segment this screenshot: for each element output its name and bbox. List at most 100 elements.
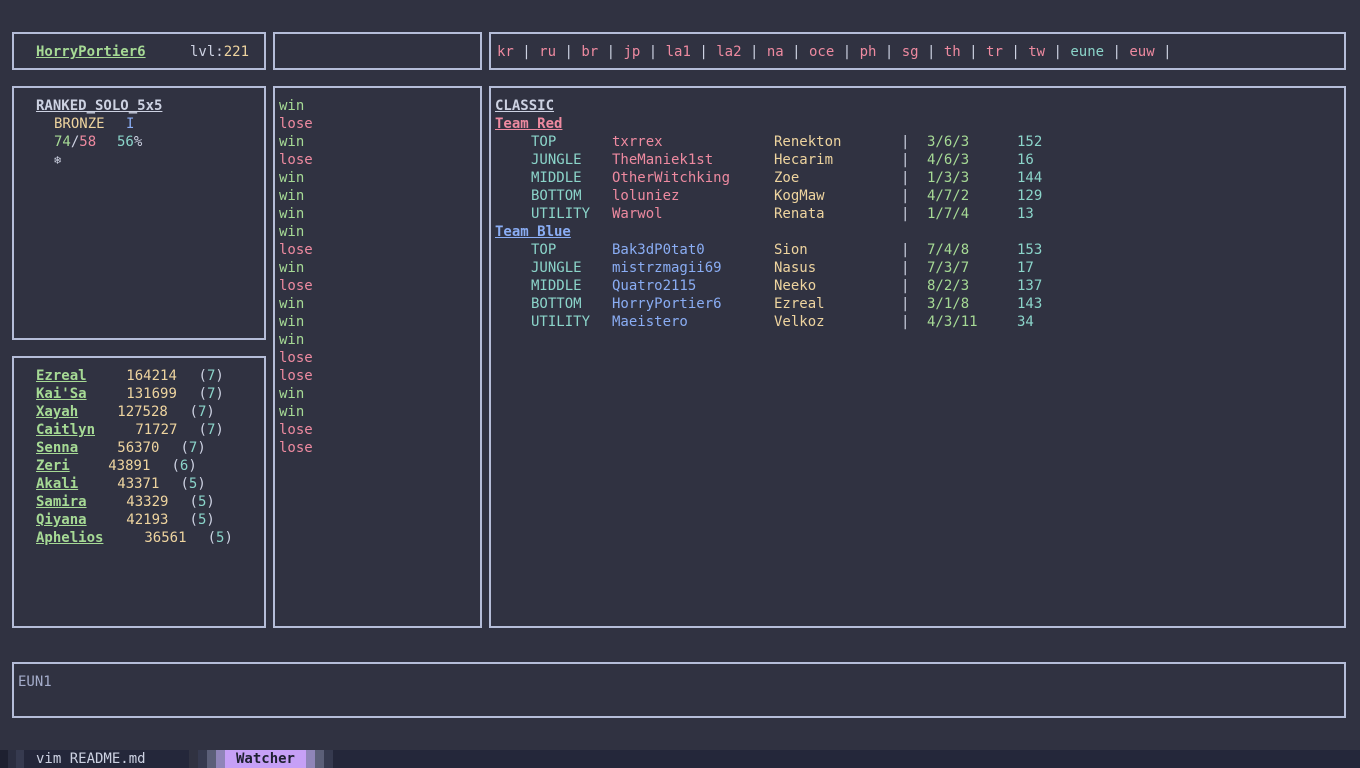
player-champion: KogMaw [774, 188, 825, 204]
match-history-item[interactable]: win [279, 403, 313, 421]
champion-mastery-points: 43371 [117, 476, 160, 492]
match-history-item[interactable]: win [279, 205, 313, 223]
region-tw[interactable]: tw [1028, 44, 1045, 60]
champion-mastery-points: 43891 [108, 458, 151, 474]
region-la1[interactable]: la1 [666, 44, 691, 60]
player-summoner-name[interactable]: TheManiek1st [612, 151, 713, 169]
column-separator: | [901, 206, 910, 222]
match-history-item[interactable]: win [279, 295, 313, 313]
player-cs: 152 [1017, 134, 1043, 150]
player-kda: 7/3/7 [927, 260, 970, 276]
column-separator: | [901, 296, 910, 312]
region-euw[interactable]: euw [1129, 44, 1154, 60]
match-history-item[interactable]: win [279, 331, 313, 349]
champion-name[interactable]: Caitlyn [36, 421, 95, 439]
champion-name[interactable]: Zeri [36, 457, 70, 475]
region-kr[interactable]: kr [497, 44, 514, 60]
column-separator: | [901, 134, 910, 150]
match-history-item[interactable]: lose [279, 151, 313, 169]
match-history-item[interactable]: lose [279, 349, 313, 367]
player-summoner-name[interactable]: Quatro2115 [612, 277, 696, 295]
command-panel[interactable]: EUN1 [12, 662, 1346, 718]
champion-name[interactable]: Senna [36, 439, 78, 457]
window-watcher-active[interactable]: Watcher [225, 750, 306, 768]
command-input[interactable]: EUN1 [18, 673, 52, 691]
champion-name[interactable]: Akali [36, 475, 78, 493]
champion-mastery-points: 36561 [144, 530, 187, 546]
player-kda: 3/1/8 [927, 296, 970, 312]
player-summoner-name[interactable]: OtherWitchking [612, 169, 730, 187]
match-history-item[interactable]: lose [279, 241, 313, 259]
match-history-item[interactable]: win [279, 133, 313, 151]
team-header-blue[interactable]: Team Blue [495, 223, 571, 241]
region-sg[interactable]: sg [902, 44, 919, 60]
team-header-red[interactable]: Team Red [495, 115, 562, 133]
match-history-item[interactable]: win [279, 259, 313, 277]
region-jp[interactable]: jp [623, 44, 640, 60]
player-role: JUNGLE [531, 152, 582, 168]
match-history-item[interactable]: win [279, 385, 313, 403]
empty-panel [273, 32, 482, 70]
player-summoner-name[interactable]: Maeistero [612, 313, 688, 331]
champion-name[interactable]: Kai'Sa [36, 385, 87, 403]
queue-type[interactable]: RANKED_SOLO_5x5 [36, 97, 162, 115]
region-eune[interactable]: eune [1070, 44, 1104, 60]
player-summoner-name[interactable]: HorryPortier6 [612, 295, 722, 313]
winrate-value: 56 [117, 134, 134, 150]
match-history-item[interactable]: lose [279, 439, 313, 457]
match-history-item[interactable]: win [279, 97, 313, 115]
match-history-item[interactable]: win [279, 313, 313, 331]
region-ph[interactable]: ph [860, 44, 877, 60]
player-cs: 16 [1017, 152, 1034, 168]
match-detail-panel: CLASSIC Team Red TOP txrrex Renekton | 3/6/3 1… [489, 86, 1346, 628]
region-na[interactable]: na [767, 44, 784, 60]
player-cs: 153 [1017, 242, 1043, 258]
player-champion: Neeko [774, 278, 817, 294]
player-role: BOTTOM [531, 296, 582, 312]
champion-mastery-level: (5) [180, 476, 206, 492]
champion-name[interactable]: Qiyana [36, 511, 87, 529]
player-summoner-name[interactable]: Bak3dP0tat0 [612, 241, 705, 259]
region-panel: kr | ru | br | jp | la1 | la2 | na | oce… [489, 32, 1346, 70]
region-br[interactable]: br [581, 44, 598, 60]
player-summoner-name[interactable]: Warwol [612, 205, 663, 223]
region-separator: | [513, 44, 540, 60]
summoner-name[interactable]: HorryPortier6 [36, 43, 146, 61]
champion-mastery-level: (5) [189, 512, 215, 528]
player-role: TOP [531, 242, 557, 258]
region-ru[interactable]: ru [539, 44, 556, 60]
champion-name[interactable]: Xayah [36, 403, 78, 421]
match-history-list: win lose win lose win win win win lose win lose win… [279, 97, 313, 457]
winrate: 56% [117, 133, 142, 151]
player-role: UTILITY [531, 206, 591, 222]
region-la2[interactable]: la2 [716, 44, 741, 60]
region-tr[interactable]: tr [986, 44, 1003, 60]
player-summoner-name[interactable]: mistrzmagii69 [612, 259, 722, 277]
champion-name[interactable]: Aphelios [36, 529, 103, 547]
window-vim[interactable]: vim README.md [36, 750, 146, 768]
champion-name[interactable]: Samira [36, 493, 87, 511]
player-cs: 129 [1017, 188, 1043, 204]
match-history-item[interactable]: lose [279, 277, 313, 295]
match-history-item[interactable]: lose [279, 115, 313, 133]
column-separator: | [901, 170, 910, 186]
match-history-item[interactable]: lose [279, 367, 313, 385]
column-separator: | [901, 242, 910, 258]
player-champion: Velkoz [774, 314, 825, 330]
match-history-item[interactable]: win [279, 169, 313, 187]
champion-mastery-level: (7) [180, 440, 206, 456]
match-history-item[interactable]: win [279, 187, 313, 205]
champion-mastery-points: 164214 [126, 368, 177, 384]
region-separator: | [783, 44, 809, 60]
player-summoner-name[interactable]: loluniez [612, 187, 679, 205]
level-display: lvl:221 [190, 43, 249, 61]
player-cs: 17 [1017, 260, 1034, 276]
match-history-item[interactable]: lose [279, 421, 313, 439]
player-kda: 1/7/4 [927, 206, 970, 222]
region-th[interactable]: th [944, 44, 961, 60]
snowflake-icon: ❄ [54, 153, 62, 167]
match-history-item[interactable]: win [279, 223, 313, 241]
champion-name[interactable]: Ezreal [36, 367, 87, 385]
player-summoner-name[interactable]: txrrex [612, 133, 663, 151]
region-oce[interactable]: oce [809, 44, 834, 60]
